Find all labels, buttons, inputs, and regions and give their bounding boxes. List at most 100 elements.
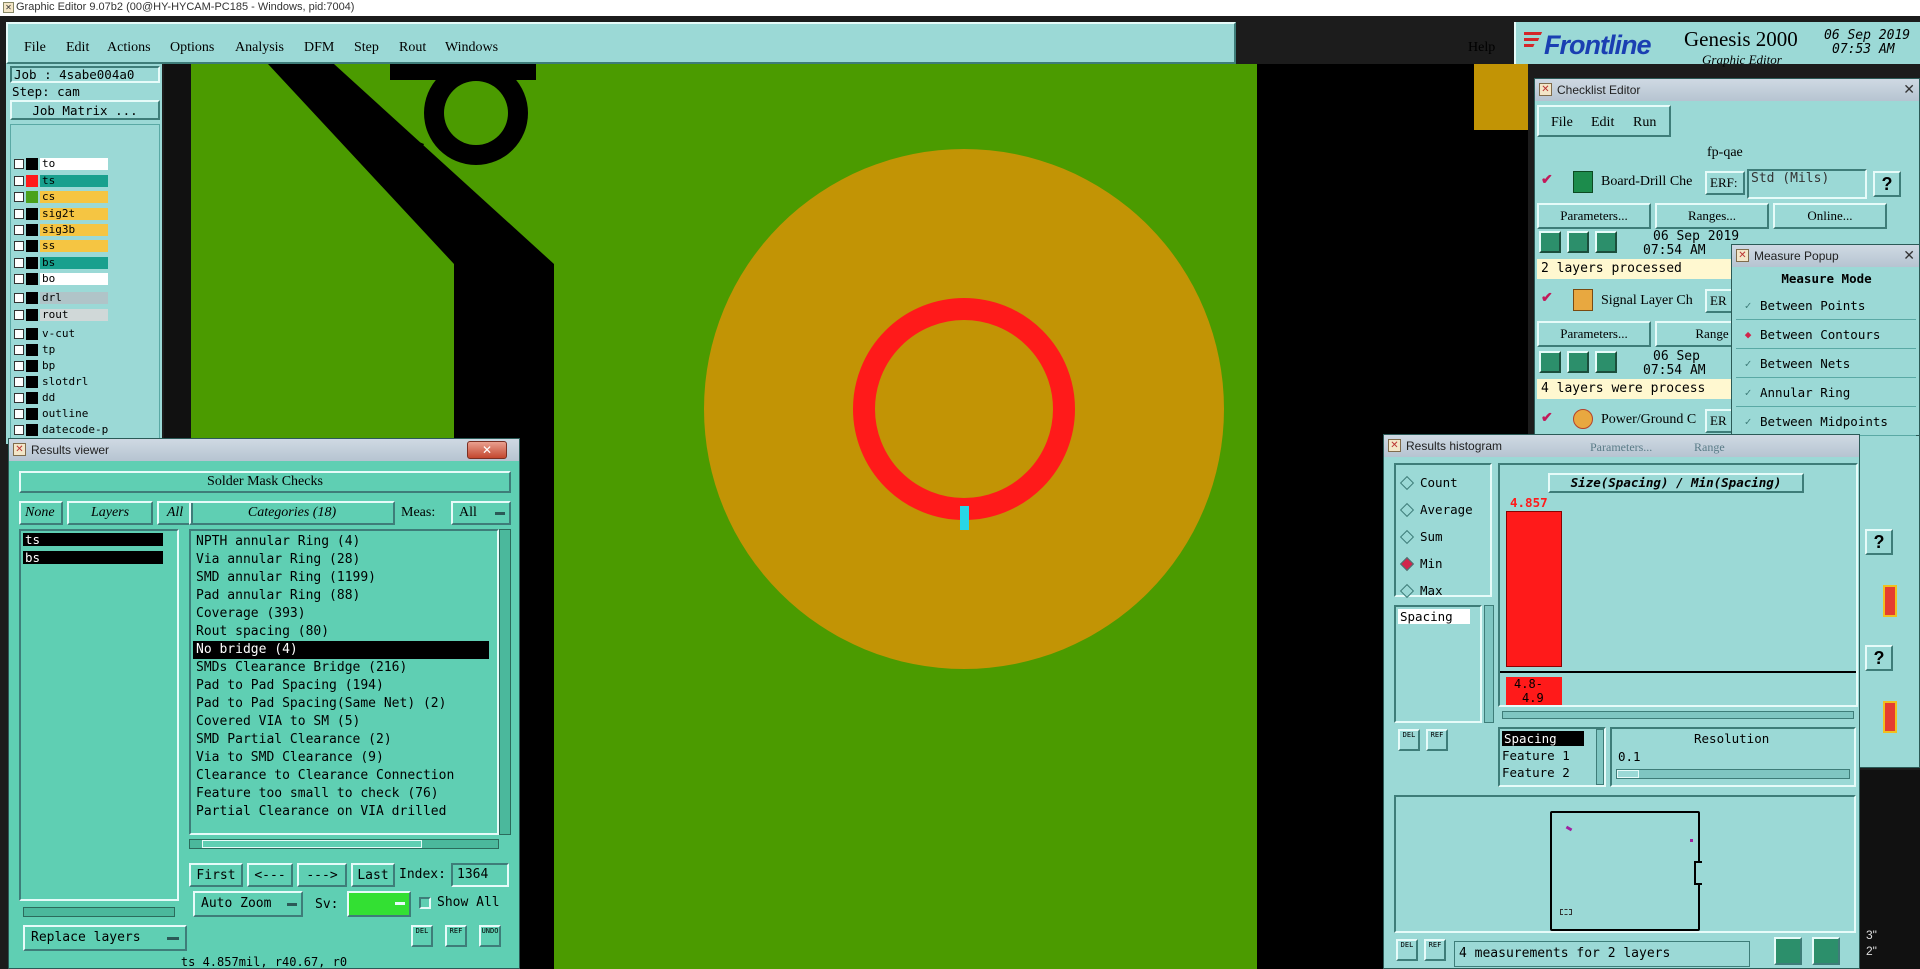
- histogram-ref-button-2[interactable]: REF: [1424, 939, 1446, 961]
- category-item[interactable]: Partial Clearance on VIA drilled: [193, 803, 489, 821]
- measure-mode-option[interactable]: ✓ Between Midpoints: [1736, 408, 1916, 436]
- layer-display-swatch[interactable]: [26, 344, 38, 356]
- results-ref-button[interactable]: REF: [445, 925, 467, 947]
- menu-dfm[interactable]: DFM: [304, 40, 334, 56]
- layer-display-swatch[interactable]: [26, 328, 38, 340]
- check2-parameters-button[interactable]: Parameters...: [1537, 321, 1651, 347]
- histogram-bar[interactable]: [1506, 511, 1562, 667]
- layer-affected-checkbox[interactable]: [14, 274, 24, 284]
- menu-help[interactable]: Help: [1468, 40, 1495, 56]
- category-item[interactable]: Via annular Ring (28): [193, 551, 489, 569]
- replace-layers-button[interactable]: Replace layers: [23, 925, 187, 951]
- check5-help-button[interactable]: ?: [1865, 645, 1893, 671]
- check1-run-icon[interactable]: [1539, 231, 1561, 253]
- histogram-list-item-spacing[interactable]: Spacing: [1398, 609, 1470, 624]
- category-item[interactable]: Via to SMD Clearance (9): [193, 749, 489, 767]
- layers-tab[interactable]: Layers: [67, 501, 153, 525]
- layer-row-bs[interactable]: bs: [14, 257, 108, 269]
- results-layer-ts[interactable]: ts: [23, 533, 163, 546]
- last-button[interactable]: Last: [351, 863, 395, 887]
- layer-name[interactable]: tp: [40, 344, 108, 356]
- menu-actions[interactable]: Actions: [107, 40, 151, 56]
- layer-name[interactable]: slotdrl: [40, 376, 108, 388]
- layer-display-swatch[interactable]: [26, 158, 38, 170]
- layer-name[interactable]: rout: [40, 309, 108, 321]
- layer-affected-checkbox[interactable]: [14, 258, 24, 268]
- layers-all-tab[interactable]: All: [157, 501, 193, 525]
- check2-checkmark-icon[interactable]: ✔: [1541, 289, 1553, 306]
- show-all-checkbox[interactable]: [419, 897, 431, 909]
- index-input[interactable]: 1364: [451, 863, 509, 887]
- layer-display-swatch[interactable]: [26, 273, 38, 285]
- layer-affected-checkbox[interactable]: [14, 192, 24, 202]
- category-item[interactable]: Feature too small to check (76): [193, 785, 489, 803]
- check1-checkmark-icon[interactable]: ✔: [1541, 171, 1553, 188]
- check1-run-selected-icon[interactable]: [1567, 231, 1589, 253]
- prev-button[interactable]: <---: [247, 863, 293, 887]
- check1-erf-value[interactable]: Std (Mils): [1747, 169, 1867, 199]
- categories-hscroll[interactable]: [189, 839, 499, 849]
- layer-row-ss[interactable]: ss: [14, 240, 108, 252]
- layer-name[interactable]: bo: [40, 273, 108, 285]
- layer-row-to[interactable]: to: [14, 158, 108, 170]
- radio-diamond-icon[interactable]: [1399, 475, 1415, 490]
- layer-name[interactable]: to: [40, 158, 108, 170]
- layer-affected-checkbox[interactable]: [14, 409, 24, 419]
- histogram-zoom-icon[interactable]: [1774, 937, 1802, 965]
- menu-file[interactable]: File: [24, 40, 46, 56]
- check2-stop-icon[interactable]: [1595, 351, 1617, 373]
- stat-option-max[interactable]: Max: [1396, 577, 1490, 604]
- measure-mode-option[interactable]: ✓ Between Points: [1736, 292, 1916, 320]
- check1-stop-icon[interactable]: [1595, 231, 1617, 253]
- layer-name[interactable]: v-cut: [40, 328, 108, 340]
- attribute-feature-1[interactable]: Feature 1: [1502, 748, 1570, 763]
- check2-run-icon[interactable]: [1539, 351, 1561, 373]
- check1-online-button[interactable]: Online...: [1773, 203, 1887, 229]
- layer-display-swatch[interactable]: [26, 257, 38, 269]
- category-item[interactable]: Covered VIA to SM (5): [193, 713, 489, 731]
- layer-affected-checkbox[interactable]: [14, 393, 24, 403]
- menu-windows[interactable]: Windows: [445, 40, 498, 56]
- layer-affected-checkbox[interactable]: [14, 329, 24, 339]
- radio-diamond-icon[interactable]: [1399, 529, 1415, 544]
- layer-display-swatch[interactable]: [26, 240, 38, 252]
- auto-zoom-select[interactable]: Auto Zoom: [193, 891, 303, 917]
- category-item[interactable]: Coverage (393): [193, 605, 489, 623]
- category-item[interactable]: Pad annular Ring (88): [193, 587, 489, 605]
- check2-name[interactable]: Signal Layer Ch: [1601, 293, 1693, 309]
- radio-diamond-icon[interactable]: [1399, 583, 1415, 598]
- check2-run-selected-icon[interactable]: [1567, 351, 1589, 373]
- attribute-spacing[interactable]: Spacing: [1502, 731, 1584, 746]
- layer-affected-checkbox[interactable]: [14, 293, 24, 303]
- layer-row-cs[interactable]: cs: [14, 191, 108, 203]
- layer-name[interactable]: dd: [40, 392, 108, 404]
- category-item[interactable]: NPTH annular Ring (4): [193, 533, 489, 551]
- histogram-del-button-2[interactable]: DEL: [1396, 939, 1418, 961]
- layer-row-sig2t[interactable]: sig2t: [14, 208, 108, 220]
- menu-analysis[interactable]: Analysis: [235, 40, 284, 56]
- layer-affected-checkbox[interactable]: [14, 310, 24, 320]
- layer-name[interactable]: outline: [40, 408, 108, 420]
- category-item[interactable]: Clearance to Clearance Connection: [193, 767, 489, 785]
- layer-row-bp[interactable]: bp: [14, 360, 108, 372]
- layer-display-swatch[interactable]: [26, 424, 38, 436]
- histogram-ref-button[interactable]: REF: [1426, 729, 1448, 751]
- resolution-slider[interactable]: [1616, 769, 1850, 779]
- layer-name[interactable]: ts: [40, 175, 108, 187]
- layer-affected-checkbox[interactable]: [14, 209, 24, 219]
- attribute-feature-2[interactable]: Feature 2: [1502, 765, 1570, 780]
- layer-name[interactable]: sig2t: [40, 208, 108, 220]
- layer-name[interactable]: datecode-pt: [40, 424, 108, 436]
- layer-row-rout[interactable]: rout: [14, 309, 108, 321]
- layer-name[interactable]: bs: [40, 257, 108, 269]
- layer-display-swatch[interactable]: [26, 191, 38, 203]
- histogram-highlight-icon[interactable]: [1812, 937, 1840, 965]
- category-item[interactable]: SMD Partial Clearance (2): [193, 731, 489, 749]
- layer-row-sig3b[interactable]: sig3b: [14, 224, 108, 236]
- layer-display-swatch[interactable]: [26, 175, 38, 187]
- layer-display-swatch[interactable]: [26, 376, 38, 388]
- category-item[interactable]: SMD annular Ring (1199): [193, 569, 489, 587]
- layer-row-datecode-pt[interactable]: datecode-pt: [14, 424, 108, 436]
- layer-affected-checkbox[interactable]: [14, 241, 24, 251]
- stat-option-average[interactable]: Average: [1396, 496, 1490, 523]
